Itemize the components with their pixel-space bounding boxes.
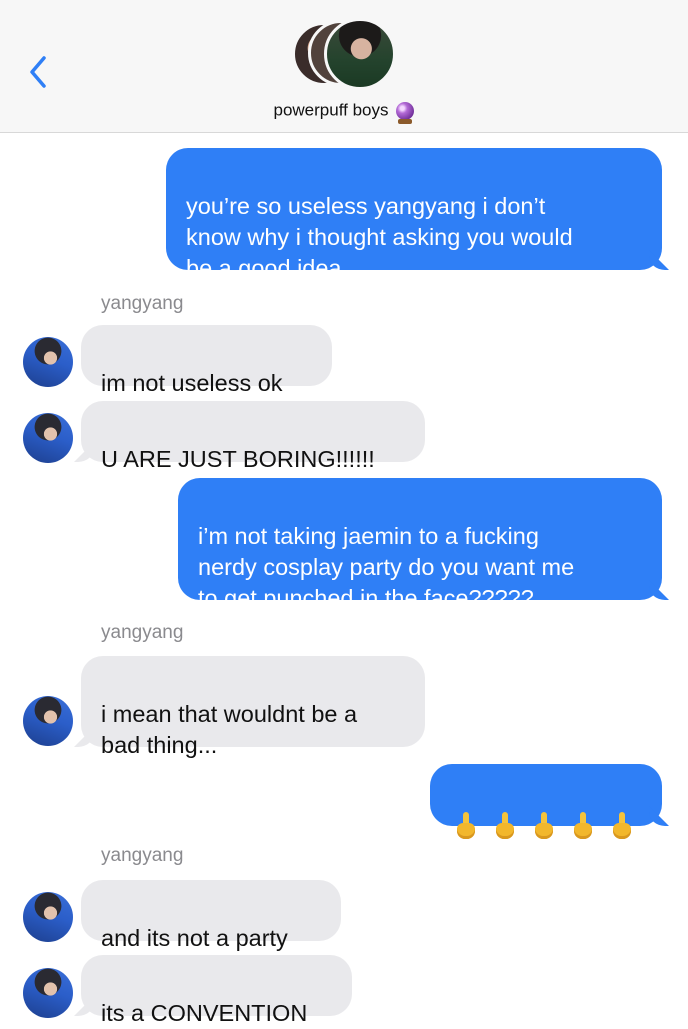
emoji-row <box>456 808 636 844</box>
outgoing-message-bubble[interactable] <box>430 764 662 839</box>
message-text: i’m not taking jaemin to a fucking nerdy… <box>198 523 575 611</box>
middle-finger-icon <box>456 812 476 840</box>
group-name-text: powerpuff boys <box>273 100 389 120</box>
chevron-left-icon[interactable] <box>22 52 58 92</box>
incoming-message-bubble[interactable]: i mean that wouldnt be a bad thing... <box>81 656 425 758</box>
message-text: im not useless ok <box>101 370 283 396</box>
group-avatars[interactable] <box>292 18 402 90</box>
avatar[interactable] <box>23 413 73 463</box>
outgoing-message-bubble[interactable]: i’m not taking jaemin to a fucking nerdy… <box>178 478 662 611</box>
conversation-header: powerpuff boys <box>0 0 688 133</box>
sender-name: yangyang <box>101 845 184 866</box>
avatar[interactable] <box>23 337 73 387</box>
incoming-message-bubble[interactable]: its a CONVENTION <box>81 955 352 1026</box>
incoming-message-bubble[interactable]: im not useless ok <box>81 325 332 396</box>
avatar[interactable] <box>23 968 73 1018</box>
message-text: you’re so useless yangyang i don’t know … <box>186 193 573 281</box>
sender-name: yangyang <box>101 622 184 643</box>
middle-finger-icon <box>495 812 515 840</box>
message-text: i mean that wouldnt be a bad thing... <box>101 701 358 758</box>
crystal-ball-icon <box>396 101 415 124</box>
outgoing-message-bubble[interactable]: you’re so useless yangyang i don’t know … <box>166 148 662 281</box>
middle-finger-icon <box>573 812 593 840</box>
message-text: its a CONVENTION <box>101 1000 308 1026</box>
incoming-message-bubble[interactable]: U ARE JUST BORING!!!!!! <box>81 401 425 472</box>
middle-finger-icon <box>534 812 554 840</box>
avatar <box>324 18 396 90</box>
avatar[interactable] <box>23 696 73 746</box>
group-title[interactable]: powerpuff boys <box>0 100 688 124</box>
back-button[interactable] <box>22 52 58 92</box>
sender-name: yangyang <box>101 293 184 314</box>
message-text: and its not a party <box>101 925 288 951</box>
avatar[interactable] <box>23 892 73 942</box>
incoming-message-bubble[interactable]: and its not a party <box>81 880 341 951</box>
middle-finger-icon <box>612 812 632 840</box>
message-text: U ARE JUST BORING!!!!!! <box>101 446 375 472</box>
